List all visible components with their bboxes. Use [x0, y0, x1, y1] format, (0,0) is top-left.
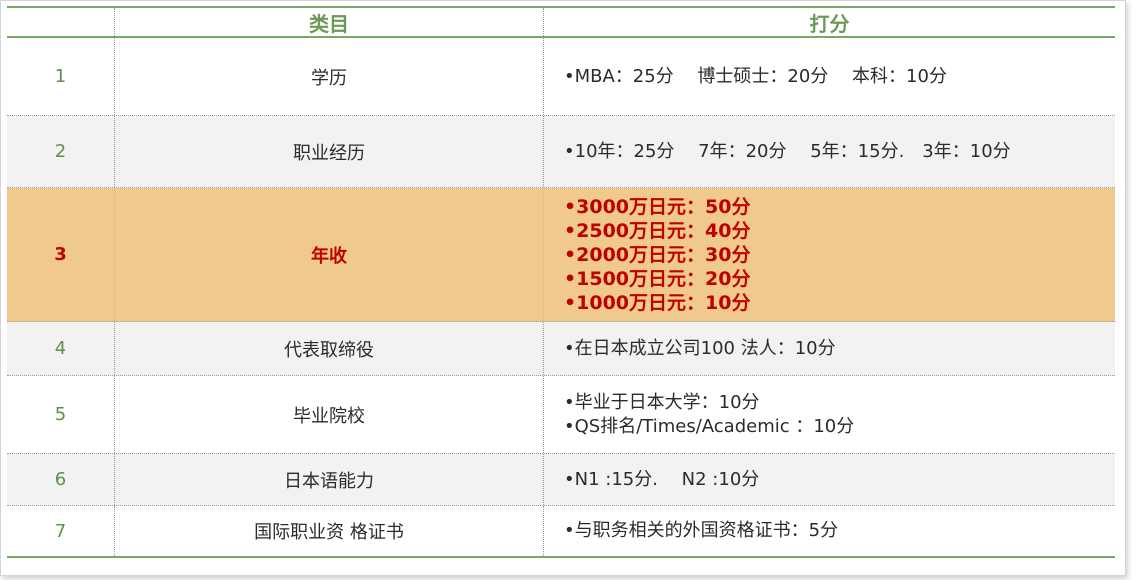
row-category: 国际职业资 格证书 — [115, 506, 544, 556]
score-line: •1000万日元：10分 — [564, 291, 751, 314]
table-row: 7 国际职业资 格证书 •与职务相关的外国资格证书：5分 — [7, 506, 1115, 556]
table-row: 4 代表取缔役 •在日本成立公司100 法人：10分 — [7, 322, 1115, 376]
row-number: 5 — [7, 376, 115, 453]
row-category: 学历 — [115, 38, 544, 115]
score-line: •毕业于日本大学：10分 — [564, 391, 760, 413]
row-score: •MBA：25分 博士硕士：20分 本科：10分 — [544, 38, 1115, 115]
score-line: •在日本成立公司100 法人：10分 — [564, 337, 836, 359]
row-score: •与职务相关的外国资格证书：5分 — [544, 506, 1115, 556]
score-line: •2000万日元：30分 — [564, 243, 751, 266]
score-line: •与职务相关的外国资格证书：5分 — [564, 520, 839, 541]
score-table: 类目 打分 1 学历 •MBA：25分 博士硕士：20分 本科：10分 2 职业… — [7, 6, 1115, 558]
score-line: •2500万日元：40分 — [564, 219, 751, 242]
row-category: 年收 — [115, 188, 544, 321]
header-score: 打分 — [809, 11, 850, 36]
row-category: 代表取缔役 — [115, 322, 544, 375]
score-line: •N1 :15分. N2 :10分 — [564, 468, 760, 490]
table-header: 类目 打分 — [7, 8, 1115, 38]
table-row: 6 日本语能力 •N1 :15分. N2 :10分 — [7, 454, 1115, 506]
score-line: •1500万日元：20分 — [564, 267, 751, 290]
header-index — [7, 8, 115, 36]
row-number: 7 — [7, 506, 115, 556]
row-number: 2 — [7, 116, 115, 187]
table-row: 1 学历 •MBA：25分 博士硕士：20分 本科：10分 — [7, 38, 1115, 116]
row-number: 1 — [7, 38, 115, 115]
table-row: 5 毕业院校 •毕业于日本大学：10分 •QS排名/Times/Academic… — [7, 376, 1115, 454]
score-line: •3000万日元：50分 — [564, 195, 751, 218]
row-score: •10年：25分 7年：20分 5年：15分. 3年：10分 — [544, 116, 1115, 187]
row-category: 职业经历 — [115, 116, 544, 187]
score-line: •QS排名/Times/Academic ：10分 — [564, 415, 855, 437]
row-score: •毕业于日本大学：10分 •QS排名/Times/Academic ：10分 — [544, 376, 1115, 453]
row-category: 毕业院校 — [115, 376, 544, 453]
score-line: •MBA：25分 博士硕士：20分 本科：10分 — [564, 65, 947, 87]
table-row: 2 职业经历 •10年：25分 7年：20分 5年：15分. 3年：10分 — [7, 116, 1115, 188]
table-frame: 类目 打分 1 学历 •MBA：25分 博士硕士：20分 本科：10分 2 职业… — [0, 0, 1126, 576]
row-score: •N1 :15分. N2 :10分 — [544, 454, 1115, 505]
row-number: 6 — [7, 454, 115, 505]
score-line: •10年：25分 7年：20分 5年：15分. 3年：10分 — [564, 140, 1011, 162]
row-score: •在日本成立公司100 法人：10分 — [544, 322, 1115, 375]
table-row-highlight: 3 年收 •3000万日元：50分 •2500万日元：40分 •2000万日元：… — [7, 188, 1115, 322]
row-number: 3 — [7, 188, 115, 321]
header-category: 类目 — [115, 8, 544, 36]
row-score: •3000万日元：50分 •2500万日元：40分 •2000万日元：30分 •… — [544, 188, 1115, 321]
row-number: 4 — [7, 322, 115, 375]
row-category: 日本语能力 — [115, 454, 544, 505]
